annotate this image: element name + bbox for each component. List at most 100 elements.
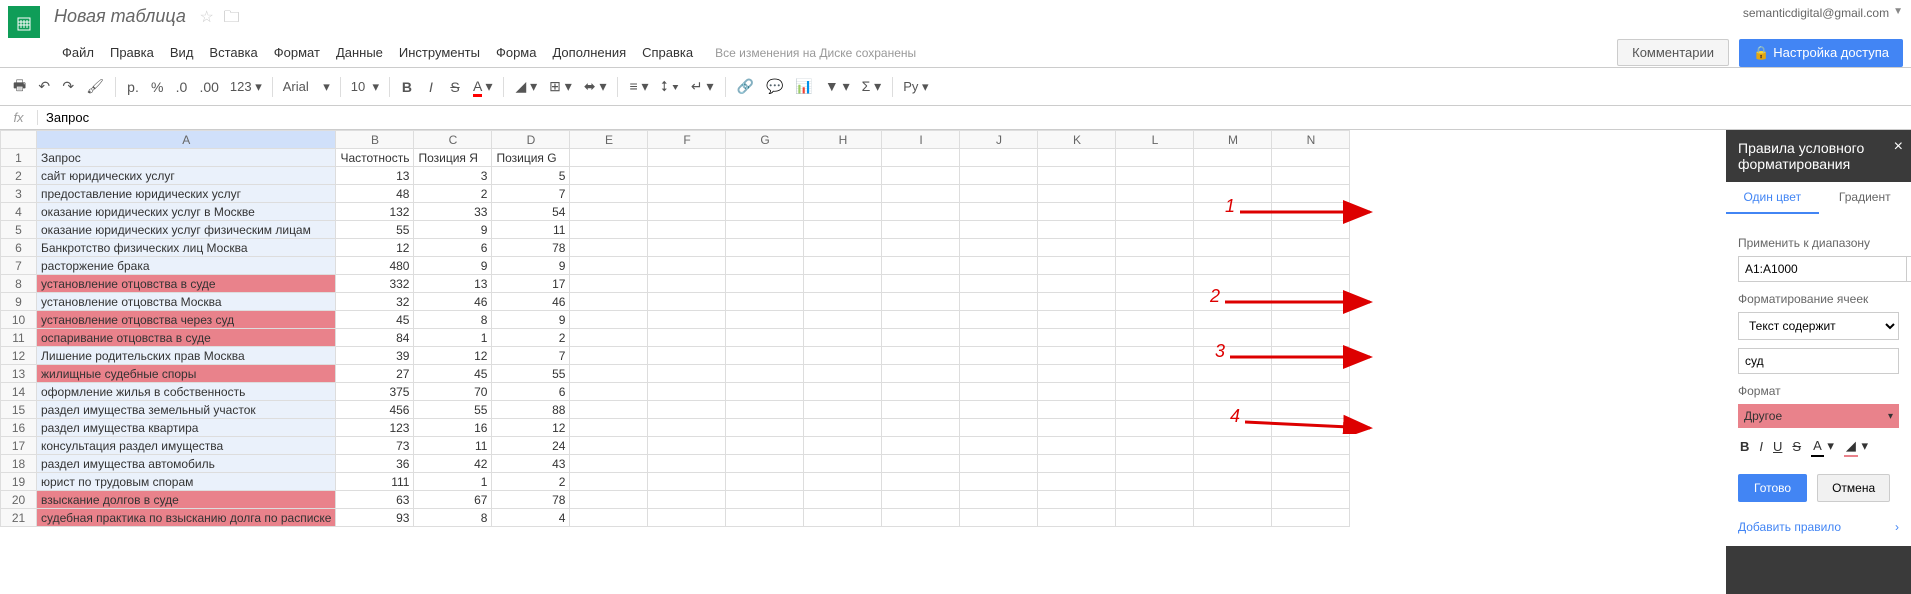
cell[interactable] (1194, 473, 1272, 491)
cell[interactable] (726, 455, 804, 473)
cell[interactable] (726, 257, 804, 275)
currency-format[interactable]: р. (122, 75, 144, 99)
cell[interactable] (648, 293, 726, 311)
cell[interactable]: оспаривание отцовства в суде (37, 329, 336, 347)
cell[interactable]: оформление жилья в собственность (37, 383, 336, 401)
input-language[interactable]: Ру ▾ (899, 77, 932, 97)
align-v-icon[interactable]: ⭥ ▾ (656, 74, 684, 99)
cell[interactable]: оказание юридических услуг физическим ли… (37, 221, 336, 239)
cell[interactable] (1038, 293, 1116, 311)
cell[interactable] (882, 293, 960, 311)
folder-icon[interactable]: 🗀 (223, 9, 239, 26)
cell[interactable]: оказание юридических услуг в Москве (37, 203, 336, 221)
italic-icon[interactable]: I (420, 75, 442, 99)
cell[interactable]: 55 (492, 365, 570, 383)
bold-icon[interactable]: B (396, 75, 418, 99)
row-header[interactable]: 10 (1, 311, 37, 329)
row-header[interactable]: 5 (1, 221, 37, 239)
row-header[interactable]: 16 (1, 419, 37, 437)
tab-single-color[interactable]: Один цвет (1726, 182, 1819, 214)
cell[interactable]: 2 (492, 329, 570, 347)
row-header[interactable]: 6 (1, 239, 37, 257)
number-format-dropdown[interactable]: 123 ▾ (226, 77, 266, 97)
cell[interactable] (882, 149, 960, 167)
cell[interactable]: раздел имущества автомобиль (37, 455, 336, 473)
cell[interactable]: 27 (336, 365, 414, 383)
col-header-H[interactable]: H (804, 131, 882, 149)
cell[interactable] (648, 437, 726, 455)
font-dropdown[interactable]: Arial ▾ (279, 77, 334, 97)
cell[interactable] (570, 455, 648, 473)
cell[interactable]: 73 (336, 437, 414, 455)
cell[interactable] (648, 491, 726, 509)
merge-icon[interactable]: ⬌ ▾ (579, 74, 612, 99)
col-header-M[interactable]: M (1194, 131, 1272, 149)
cell[interactable]: 55 (414, 401, 492, 419)
cell[interactable] (570, 311, 648, 329)
cell[interactable] (960, 347, 1038, 365)
cell[interactable]: 2 (414, 185, 492, 203)
row-header[interactable]: 4 (1, 203, 37, 221)
cell[interactable] (882, 221, 960, 239)
row-header[interactable]: 13 (1, 365, 37, 383)
cell[interactable]: 456 (336, 401, 414, 419)
cell[interactable] (1038, 509, 1116, 527)
cell[interactable] (1038, 455, 1116, 473)
cell[interactable] (960, 293, 1038, 311)
cell[interactable] (882, 509, 960, 527)
cell[interactable] (804, 239, 882, 257)
cell[interactable] (804, 167, 882, 185)
cell[interactable] (570, 383, 648, 401)
cell[interactable] (804, 419, 882, 437)
align-h-icon[interactable]: ≡ ▾ (624, 74, 653, 99)
cell[interactable] (1272, 167, 1350, 185)
account-dropdown-icon[interactable]: ▼ (1893, 6, 1903, 17)
row-header[interactable]: 12 (1, 347, 37, 365)
cell[interactable] (960, 149, 1038, 167)
cell[interactable]: 375 (336, 383, 414, 401)
cell[interactable]: 8 (414, 311, 492, 329)
cell[interactable] (726, 347, 804, 365)
cell[interactable] (726, 437, 804, 455)
cell[interactable] (1272, 239, 1350, 257)
row-header[interactable]: 2 (1, 167, 37, 185)
cell[interactable] (1272, 455, 1350, 473)
cell[interactable] (570, 293, 648, 311)
cell[interactable] (1194, 149, 1272, 167)
cell[interactable]: 11 (492, 221, 570, 239)
row-header[interactable]: 20 (1, 491, 37, 509)
cell[interactable] (1038, 401, 1116, 419)
cell[interactable] (570, 473, 648, 491)
format-preset-dropdown[interactable]: Другое▾ (1738, 404, 1899, 428)
row-header[interactable]: 14 (1, 383, 37, 401)
cell[interactable] (1116, 347, 1194, 365)
menu-data[interactable]: Данные (328, 42, 391, 63)
cell[interactable] (1038, 257, 1116, 275)
cell[interactable]: установление отцовства через суд (37, 311, 336, 329)
cell[interactable] (1116, 419, 1194, 437)
cell[interactable]: консультация раздел имущества (37, 437, 336, 455)
strike-icon[interactable]: S (444, 75, 466, 99)
cell[interactable] (648, 203, 726, 221)
logo-sheets[interactable] (8, 6, 40, 38)
menu-edit[interactable]: Правка (102, 42, 162, 63)
menu-form[interactable]: Форма (488, 42, 545, 63)
cell[interactable] (882, 257, 960, 275)
cell[interactable] (882, 185, 960, 203)
link-icon[interactable]: 🔗 (732, 74, 759, 99)
cell[interactable] (1116, 167, 1194, 185)
cell[interactable]: 132 (336, 203, 414, 221)
cell[interactable] (882, 419, 960, 437)
cell[interactable] (882, 329, 960, 347)
cell[interactable] (882, 401, 960, 419)
font-size-dropdown[interactable]: 10 ▾ (347, 77, 383, 97)
col-header-C[interactable]: C (414, 131, 492, 149)
col-header-N[interactable]: N (1272, 131, 1350, 149)
cell[interactable] (1116, 221, 1194, 239)
cell[interactable] (1194, 329, 1272, 347)
cell[interactable] (726, 491, 804, 509)
cell[interactable] (1194, 257, 1272, 275)
cell[interactable] (960, 383, 1038, 401)
spreadsheet-grid[interactable]: ABCDEFGHIJKLMN1ЗапросЧастотностьПозиция … (0, 130, 1350, 527)
close-icon[interactable]: × (1894, 138, 1903, 156)
